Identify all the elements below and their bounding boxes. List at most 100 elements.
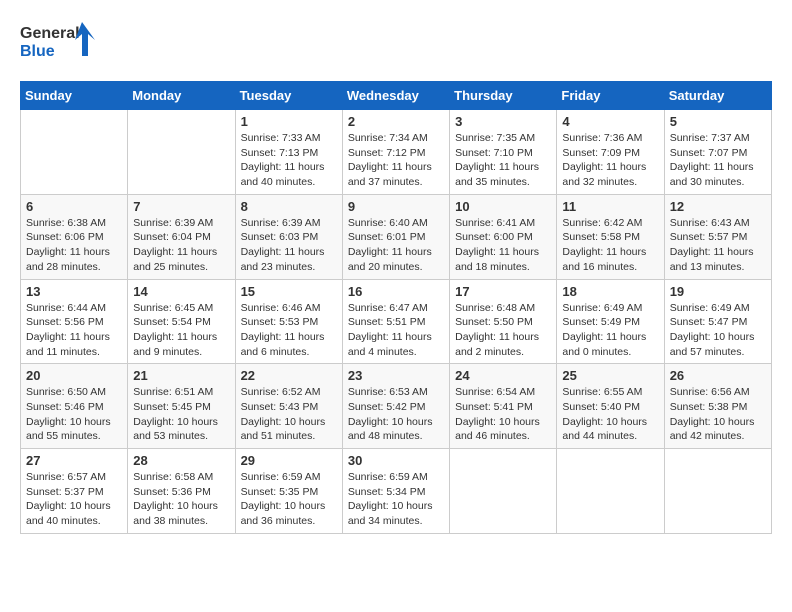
- day-number: 6: [26, 199, 122, 214]
- day-number: 9: [348, 199, 444, 214]
- calendar-cell: [450, 449, 557, 534]
- day-info: Sunrise: 6:39 AM Sunset: 6:04 PM Dayligh…: [133, 216, 229, 275]
- day-info: Sunrise: 6:56 AM Sunset: 5:38 PM Dayligh…: [670, 385, 766, 444]
- calendar-cell: 28Sunrise: 6:58 AM Sunset: 5:36 PM Dayli…: [128, 449, 235, 534]
- day-info: Sunrise: 6:40 AM Sunset: 6:01 PM Dayligh…: [348, 216, 444, 275]
- weekday-header-wednesday: Wednesday: [342, 82, 449, 110]
- day-number: 21: [133, 368, 229, 383]
- day-number: 26: [670, 368, 766, 383]
- day-info: Sunrise: 6:43 AM Sunset: 5:57 PM Dayligh…: [670, 216, 766, 275]
- calendar-cell: 2 Sunrise: 7:34 AM Sunset: 7:12 PM Daylig…: [342, 110, 449, 195]
- calendar-cell: 3 Sunrise: 7:35 AM Sunset: 7:10 PM Daylig…: [450, 110, 557, 195]
- day-info: Sunrise: 6:46 AM Sunset: 5:53 PM Dayligh…: [241, 301, 337, 360]
- day-number: 14: [133, 284, 229, 299]
- day-number: 17: [455, 284, 551, 299]
- page-header: GeneralBlue: [20, 20, 772, 65]
- day-info: Sunrise: 6:44 AM Sunset: 5:56 PM Dayligh…: [26, 301, 122, 360]
- calendar-cell: 5 Sunrise: 7:37 AM Sunset: 7:07 PM Daylig…: [664, 110, 771, 195]
- day-info: Sunrise: 6:47 AM Sunset: 5:51 PM Dayligh…: [348, 301, 444, 360]
- day-number: 29: [241, 453, 337, 468]
- calendar-cell: 21Sunrise: 6:51 AM Sunset: 5:45 PM Dayli…: [128, 364, 235, 449]
- calendar-cell: 12 Sunrise: 6:43 AM Sunset: 5:57 PM Dayli…: [664, 194, 771, 279]
- calendar-cell: 10 Sunrise: 6:41 AM Sunset: 6:00 PM Dayli…: [450, 194, 557, 279]
- calendar-cell: 9 Sunrise: 6:40 AM Sunset: 6:01 PM Daylig…: [342, 194, 449, 279]
- day-number: 23: [348, 368, 444, 383]
- day-info: Sunrise: 6:57 AM Sunset: 5:37 PM Dayligh…: [26, 470, 122, 529]
- calendar-cell: [21, 110, 128, 195]
- calendar-cell: 24 Sunrise: 6:54 AM Sunset: 5:41 PM Dayli…: [450, 364, 557, 449]
- week-row-5: 27 Sunrise: 6:57 AM Sunset: 5:37 PM Dayli…: [21, 449, 772, 534]
- day-info: Sunrise: 6:49 AM Sunset: 5:49 PM Dayligh…: [562, 301, 658, 360]
- day-info: Sunrise: 6:42 AM Sunset: 5:58 PM Dayligh…: [562, 216, 658, 275]
- day-info: Sunrise: 6:48 AM Sunset: 5:50 PM Dayligh…: [455, 301, 551, 360]
- day-info: Sunrise: 7:34 AM Sunset: 7:12 PM Dayligh…: [348, 131, 444, 190]
- calendar-cell: 22 Sunrise: 6:52 AM Sunset: 5:43 PM Dayli…: [235, 364, 342, 449]
- day-number: 2: [348, 114, 444, 129]
- day-info: Sunrise: 6:55 AM Sunset: 5:40 PM Dayligh…: [562, 385, 658, 444]
- calendar-cell: 11Sunrise: 6:42 AM Sunset: 5:58 PM Dayli…: [557, 194, 664, 279]
- logo-svg: GeneralBlue: [20, 20, 100, 65]
- day-info: Sunrise: 6:52 AM Sunset: 5:43 PM Dayligh…: [241, 385, 337, 444]
- day-number: 12: [670, 199, 766, 214]
- calendar-cell: 4 Sunrise: 7:36 AM Sunset: 7:09 PM Daylig…: [557, 110, 664, 195]
- day-number: 8: [241, 199, 337, 214]
- day-info: Sunrise: 6:54 AM Sunset: 5:41 PM Dayligh…: [455, 385, 551, 444]
- weekday-header-thursday: Thursday: [450, 82, 557, 110]
- calendar-cell: 30Sunrise: 6:59 AM Sunset: 5:34 PM Dayli…: [342, 449, 449, 534]
- svg-text:General: General: [20, 25, 80, 42]
- day-number: 5: [670, 114, 766, 129]
- week-row-2: 6 Sunrise: 6:38 AM Sunset: 6:06 PM Daylig…: [21, 194, 772, 279]
- week-row-4: 20 Sunrise: 6:50 AM Sunset: 5:46 PM Dayli…: [21, 364, 772, 449]
- week-row-3: 13 Sunrise: 6:44 AM Sunset: 5:56 PM Dayli…: [21, 279, 772, 364]
- calendar-cell: 13 Sunrise: 6:44 AM Sunset: 5:56 PM Dayli…: [21, 279, 128, 364]
- day-info: Sunrise: 6:49 AM Sunset: 5:47 PM Dayligh…: [670, 301, 766, 360]
- day-info: Sunrise: 6:59 AM Sunset: 5:35 PM Dayligh…: [241, 470, 337, 529]
- weekday-header-monday: Monday: [128, 82, 235, 110]
- calendar-cell: 6 Sunrise: 6:38 AM Sunset: 6:06 PM Daylig…: [21, 194, 128, 279]
- day-number: 22: [241, 368, 337, 383]
- day-number: 16: [348, 284, 444, 299]
- calendar-cell: 7 Sunrise: 6:39 AM Sunset: 6:04 PM Daylig…: [128, 194, 235, 279]
- day-info: Sunrise: 7:37 AM Sunset: 7:07 PM Dayligh…: [670, 131, 766, 190]
- day-number: 30: [348, 453, 444, 468]
- day-info: Sunrise: 6:50 AM Sunset: 5:46 PM Dayligh…: [26, 385, 122, 444]
- calendar-cell: 26 Sunrise: 6:56 AM Sunset: 5:38 PM Dayli…: [664, 364, 771, 449]
- calendar-cell: 17 Sunrise: 6:48 AM Sunset: 5:50 PM Dayli…: [450, 279, 557, 364]
- day-number: 10: [455, 199, 551, 214]
- svg-text:Blue: Blue: [20, 43, 55, 60]
- calendar-cell: 14 Sunrise: 6:45 AM Sunset: 5:54 PM Dayli…: [128, 279, 235, 364]
- day-info: Sunrise: 6:39 AM Sunset: 6:03 PM Dayligh…: [241, 216, 337, 275]
- calendar-cell: 19 Sunrise: 6:49 AM Sunset: 5:47 PM Dayli…: [664, 279, 771, 364]
- weekday-header-row: SundayMondayTuesdayWednesdayThursdayFrid…: [21, 82, 772, 110]
- day-number: 28: [133, 453, 229, 468]
- day-info: Sunrise: 6:38 AM Sunset: 6:06 PM Dayligh…: [26, 216, 122, 275]
- calendar-cell: [128, 110, 235, 195]
- day-number: 3: [455, 114, 551, 129]
- calendar-cell: 16 Sunrise: 6:47 AM Sunset: 5:51 PM Dayli…: [342, 279, 449, 364]
- day-number: 24: [455, 368, 551, 383]
- calendar-cell: 29 Sunrise: 6:59 AM Sunset: 5:35 PM Dayli…: [235, 449, 342, 534]
- day-number: 20: [26, 368, 122, 383]
- week-row-1: 1Sunrise: 7:33 AM Sunset: 7:13 PM Daylig…: [21, 110, 772, 195]
- day-number: 19: [670, 284, 766, 299]
- day-number: 13: [26, 284, 122, 299]
- day-info: Sunrise: 6:45 AM Sunset: 5:54 PM Dayligh…: [133, 301, 229, 360]
- day-info: Sunrise: 7:36 AM Sunset: 7:09 PM Dayligh…: [562, 131, 658, 190]
- calendar-cell: 27 Sunrise: 6:57 AM Sunset: 5:37 PM Dayli…: [21, 449, 128, 534]
- day-number: 18: [562, 284, 658, 299]
- day-number: 27: [26, 453, 122, 468]
- day-info: Sunrise: 7:33 AM Sunset: 7:13 PM Dayligh…: [241, 131, 337, 190]
- calendar-cell: 8 Sunrise: 6:39 AM Sunset: 6:03 PM Daylig…: [235, 194, 342, 279]
- day-number: 4: [562, 114, 658, 129]
- day-number: 7: [133, 199, 229, 214]
- day-info: Sunrise: 7:35 AM Sunset: 7:10 PM Dayligh…: [455, 131, 551, 190]
- day-info: Sunrise: 6:53 AM Sunset: 5:42 PM Dayligh…: [348, 385, 444, 444]
- calendar-cell: 20 Sunrise: 6:50 AM Sunset: 5:46 PM Dayli…: [21, 364, 128, 449]
- calendar-cell: 1Sunrise: 7:33 AM Sunset: 7:13 PM Daylig…: [235, 110, 342, 195]
- day-info: Sunrise: 6:41 AM Sunset: 6:00 PM Dayligh…: [455, 216, 551, 275]
- calendar-table: SundayMondayTuesdayWednesdayThursdayFrid…: [20, 81, 772, 534]
- calendar-cell: [664, 449, 771, 534]
- weekday-header-sunday: Sunday: [21, 82, 128, 110]
- calendar-cell: 18 Sunrise: 6:49 AM Sunset: 5:49 PM Dayli…: [557, 279, 664, 364]
- weekday-header-tuesday: Tuesday: [235, 82, 342, 110]
